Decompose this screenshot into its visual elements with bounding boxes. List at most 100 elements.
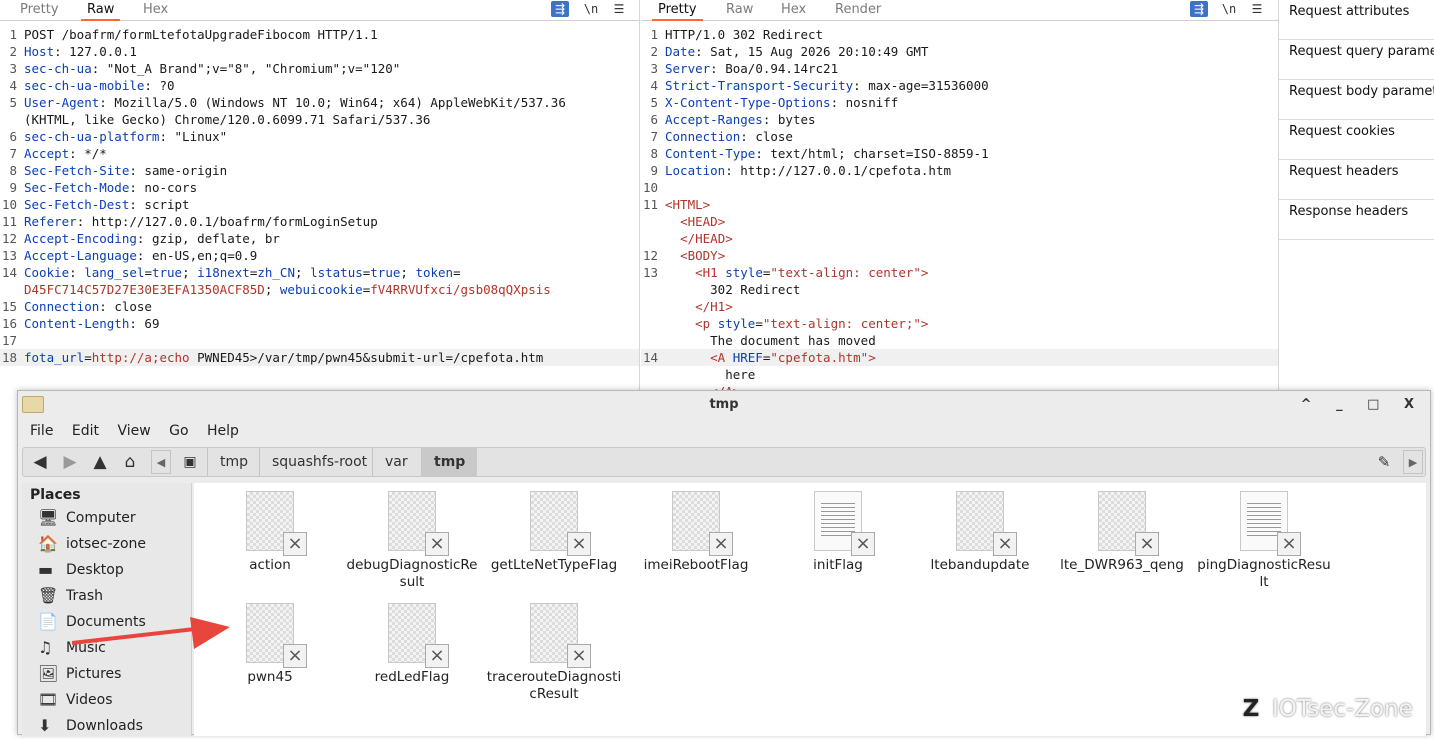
tab-pretty[interactable]: Pretty xyxy=(14,0,65,21)
newline-icon[interactable]: \n xyxy=(1220,1,1238,17)
back-icon[interactable]: ◀ xyxy=(27,451,53,473)
request-line: 5 User-Agent: Mozilla/5.0 (Windows NT 10.… xyxy=(0,94,639,111)
inspector-request-query[interactable]: Request query parame xyxy=(1279,40,1434,80)
tab-raw[interactable]: Raw xyxy=(81,0,121,21)
file-item[interactable]: × tracerouteDiagnosti cResult xyxy=(483,595,625,703)
path-left-icon[interactable]: ◀ xyxy=(151,450,171,474)
menu-go[interactable]: Go xyxy=(169,423,188,439)
place-computer[interactable]: 🖥 Computer xyxy=(22,505,191,531)
header-value: close xyxy=(106,299,152,314)
file-item[interactable]: × initFlag xyxy=(767,483,909,574)
place-desktop[interactable]: ▬ Desktop xyxy=(22,557,191,583)
breadcrumb-current-tmp[interactable]: tmp xyxy=(421,448,478,476)
response-pane: Pretty Raw Hex Render ⇶ \n ☰ 1 HTTP/1.0 3… xyxy=(641,0,1279,390)
edit-path-icon[interactable]: ✎ xyxy=(1371,451,1397,473)
breadcrumb-tmp[interactable]: tmp xyxy=(207,448,260,476)
file-item[interactable]: × pingDiagnosticResu lt xyxy=(1193,483,1335,591)
place-trash[interactable]: 🗑 Trash xyxy=(22,583,191,609)
file-icon: × xyxy=(246,603,307,668)
response-line: 11 <HTML> xyxy=(641,196,1278,213)
wrap-icon[interactable]: ⇶ xyxy=(1190,1,1208,17)
inspector-request-cookies[interactable]: Request cookies xyxy=(1279,120,1434,160)
file-item[interactable]: × imeiRebootFlag xyxy=(625,483,767,574)
file-item[interactable]: × lte_DWR963_qeng xyxy=(1051,483,1193,574)
html-attr: style xyxy=(717,316,756,331)
line-number: 10 xyxy=(1,197,17,212)
header-name: Connection xyxy=(24,299,100,314)
place-pictures[interactable]: 🖼 Pictures xyxy=(22,661,191,687)
line-number: 12 xyxy=(642,248,658,263)
request-line: D45FC714C57D27E30E3EFA1350ACF85D; webuic… xyxy=(0,281,639,298)
html-eq: = xyxy=(755,316,763,331)
menu-view[interactable]: View xyxy=(117,423,150,439)
file-item[interactable]: × action xyxy=(199,483,341,574)
header-name: Accept-Ranges xyxy=(665,112,763,127)
line-number: 13 xyxy=(1,248,17,263)
drive-icon[interactable]: ▣ xyxy=(177,451,203,473)
text-file-icon: × xyxy=(814,491,875,556)
menu-file[interactable]: File xyxy=(30,423,53,439)
unreadable-badge-icon: × xyxy=(851,532,875,556)
tab-hex[interactable]: Hex xyxy=(137,0,174,21)
place-iotsec-zone[interactable]: 🏠 iotsec-zone xyxy=(22,531,191,557)
header-separator: : xyxy=(695,44,703,59)
request-line: 14 Cookie: lang_sel=true; i18next=zh_CN; … xyxy=(0,264,639,281)
computer-icon: 🖥 xyxy=(38,508,59,527)
line-number: 1 xyxy=(9,27,17,42)
html-tag: <HEAD> xyxy=(680,214,726,229)
header-value: http://127.0.0.1/boafrm/formLoginSetup xyxy=(84,214,378,229)
line-number: 3 xyxy=(650,61,658,76)
wrap-icon[interactable]: ⇶ xyxy=(551,1,569,17)
breadcrumb-squashfs-root[interactable]: squashfs-root xyxy=(259,448,379,476)
places-heading: Places xyxy=(30,487,81,503)
line-text: POST /boafrm/formLtefotaUpgradeFibocom H… xyxy=(24,27,378,42)
file-item[interactable]: × redLedFlag xyxy=(341,595,483,686)
menu-icon[interactable]: ☰ xyxy=(1248,1,1266,17)
request-editor[interactable]: 1 POST /boafrm/formLtefotaUpgradeFibocom … xyxy=(0,26,639,366)
inspector-request-headers[interactable]: Request headers xyxy=(1279,160,1434,200)
forward-icon[interactable]: ▶ xyxy=(57,451,83,473)
place-videos[interactable]: 🎞 Videos xyxy=(22,687,191,713)
minimize-button[interactable]: _ xyxy=(1336,397,1353,412)
file-name: pwn45 xyxy=(247,669,293,685)
response-editor[interactable]: 1 HTTP/1.0 302 Redirect 2 Date: Sat, 15 Aug… xyxy=(641,26,1278,390)
file-item[interactable]: × getLteNetTypeFlag xyxy=(483,483,625,574)
inspector-request-attributes[interactable]: Request attributes xyxy=(1279,0,1434,40)
cookie-name: token xyxy=(415,265,454,280)
shade-button[interactable]: ^ xyxy=(1301,397,1322,412)
up-icon[interactable]: ▲ xyxy=(87,451,113,473)
menubar: File Edit View Go Help xyxy=(18,419,1430,443)
tab-render[interactable]: Render xyxy=(829,0,887,21)
place-downloads[interactable]: ⬇ Downloads xyxy=(22,713,191,739)
cookie-value: true xyxy=(370,265,401,280)
tab-pretty[interactable]: Pretty xyxy=(652,0,703,21)
home-icon[interactable]: ⌂ xyxy=(117,451,143,473)
header-name: Sec-Fetch-Mode xyxy=(24,180,130,195)
response-line: 1 HTTP/1.0 302 Redirect xyxy=(641,26,1278,43)
menu-edit[interactable]: Edit xyxy=(72,423,99,439)
header-name: Referer xyxy=(24,214,77,229)
file-item[interactable]: × debugDiagnosticRe sult xyxy=(341,483,483,591)
newline-icon[interactable]: \n xyxy=(582,1,600,17)
tab-hex[interactable]: Hex xyxy=(775,0,812,21)
breadcrumb-var[interactable]: var xyxy=(372,448,420,476)
header-value: "Not_A Brand";v="8", "Chromium";v="120" xyxy=(99,61,401,76)
header-name: Strict-Transport-Security xyxy=(665,78,854,93)
file-name: ltebandupdate xyxy=(930,557,1030,573)
menu-icon[interactable]: ☰ xyxy=(610,1,628,17)
path-right-icon[interactable]: ▶ xyxy=(1403,450,1423,474)
request-line: 13 Accept-Language: en-US,en;q=0.9 xyxy=(0,247,639,264)
tab-raw[interactable]: Raw xyxy=(720,0,759,21)
file-name: getLteNetTypeFlag xyxy=(490,557,618,573)
request-line: 8 Sec-Fetch-Site: same-origin xyxy=(0,162,639,179)
window-titlebar[interactable]: tmp ^ _ □ X xyxy=(18,391,1430,419)
maximize-button[interactable]: □ xyxy=(1367,397,1389,412)
close-button[interactable]: X xyxy=(1404,397,1424,412)
inspector-request-body[interactable]: Request body paramet xyxy=(1279,80,1434,120)
header-name: sec-ch-ua xyxy=(24,61,92,76)
file-item[interactable]: × ltebandupdate xyxy=(909,483,1051,574)
html-attr-value: "text-align: center"> xyxy=(770,265,929,280)
inspector-response-headers[interactable]: Response headers xyxy=(1279,200,1434,240)
menu-help[interactable]: Help xyxy=(207,423,239,439)
